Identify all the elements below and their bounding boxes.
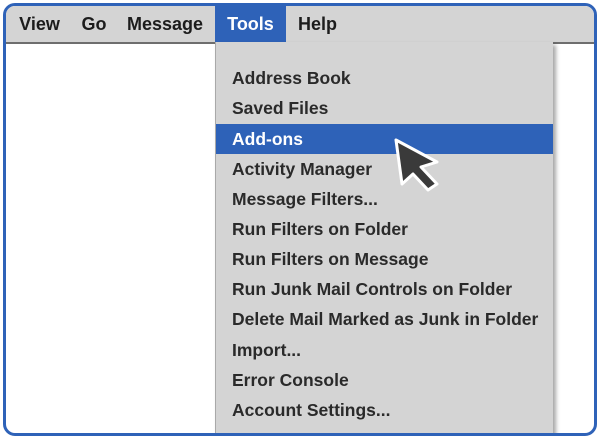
menu-tools[interactable]: Tools xyxy=(215,6,286,42)
menu-item-import[interactable]: Import... xyxy=(216,335,553,365)
menu-help[interactable]: Help xyxy=(286,6,349,42)
menu-item-message-filters[interactable]: Message Filters... xyxy=(216,184,553,214)
app-window: View Go Message Tools Help Address Book … xyxy=(3,3,597,436)
menu-view[interactable]: View xyxy=(6,6,73,42)
menu-item-run-filters-message[interactable]: Run Filters on Message xyxy=(216,244,553,274)
menu-bar: View Go Message Tools Help xyxy=(6,6,594,44)
menu-message[interactable]: Message xyxy=(115,6,215,42)
menu-item-activity-manager[interactable]: Activity Manager xyxy=(216,154,553,184)
menu-item-run-filters-folder[interactable]: Run Filters on Folder xyxy=(216,214,553,244)
menu-item-error-console[interactable]: Error Console xyxy=(216,365,553,395)
menu-item-address-book[interactable]: Address Book xyxy=(216,63,553,93)
menu-item-account-settings[interactable]: Account Settings... xyxy=(216,395,553,425)
menu-item-saved-files[interactable]: Saved Files xyxy=(216,93,553,123)
mouse-pointer-icon xyxy=(394,138,439,192)
menu-item-add-ons[interactable]: Add-ons xyxy=(216,124,553,154)
menu-go[interactable]: Go xyxy=(73,6,115,42)
tools-dropdown-menu: Address Book Saved Files Add-ons Activit… xyxy=(215,42,553,433)
menu-item-run-junk-controls[interactable]: Run Junk Mail Controls on Folder xyxy=(216,274,553,304)
menu-item-delete-junk[interactable]: Delete Mail Marked as Junk in Folder xyxy=(216,304,553,334)
